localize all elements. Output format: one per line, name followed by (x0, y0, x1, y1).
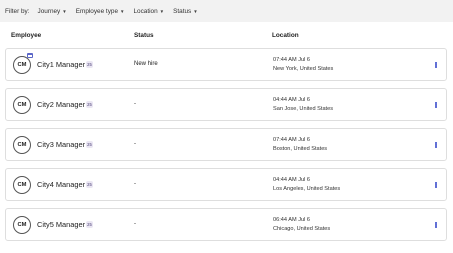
employee-name-link[interactable]: City4 Manager (37, 180, 85, 189)
filter-status-label: Status (173, 7, 192, 15)
avatar: CM (13, 96, 31, 114)
caret-down-icon: ▼ (159, 8, 165, 14)
count-badge: 25 (86, 221, 93, 228)
filter-status-dropdown[interactable]: Status ▼ (173, 8, 198, 15)
filter-journey-dropdown[interactable]: Journey ▼ (38, 8, 67, 15)
status-text: - (134, 141, 136, 147)
status-text: - (134, 101, 136, 107)
employee-name-link[interactable]: City5 Manager (37, 220, 85, 229)
caret-down-icon: ▼ (62, 8, 67, 14)
table-row[interactable]: CM City2 Manager 25 - 04:44 AM Jul 6 San… (5, 88, 447, 121)
status-text: - (134, 221, 136, 227)
local-time: 07:44 AM Jul 6 (273, 137, 311, 143)
local-time: 06:44 AM Jul 6 (273, 217, 311, 223)
table-row[interactable]: CM City1 Manager 25 New hire 07:44 AM Ju… (5, 48, 447, 81)
location-text: Boston, United States (273, 146, 328, 152)
filter-location-dropdown[interactable]: Location ▼ (133, 8, 164, 15)
location-text: New York, United States (273, 66, 334, 72)
employee-name-link[interactable]: City2 Manager (37, 100, 85, 109)
table-row[interactable]: CM City3 Manager 25 - 07:44 AM Jul 6 Bos… (5, 128, 447, 161)
table-row[interactable]: CM City4 Manager 25 - 04:44 AM Jul 6 Los… (5, 168, 447, 201)
filter-employee-type-label: Employee type (75, 7, 119, 15)
avatar: CM (13, 176, 31, 194)
filter-employee-type-dropdown[interactable]: Employee type ▼ (76, 8, 125, 15)
table-row[interactable]: CM City5 Manager 25 - 06:44 AM Jul 6 Chi… (5, 208, 447, 241)
local-time: 04:44 AM Jul 6 (273, 97, 311, 103)
count-badge: 25 (86, 61, 93, 68)
column-header-status: Status (134, 32, 154, 39)
column-header-employee: Employee (11, 32, 42, 39)
filter-journey-label: Journey (37, 7, 61, 15)
count-badge: 25 (86, 181, 93, 188)
more-options-icon[interactable] (434, 139, 438, 151)
filter-bar: Filter by: Journey ▼ Employee type ▼ Loc… (0, 0, 453, 22)
more-options-icon[interactable] (434, 219, 438, 231)
more-options-icon[interactable] (434, 59, 438, 71)
status-text: New hire (134, 61, 158, 67)
avatar: CM (13, 56, 31, 74)
more-options-icon[interactable] (434, 179, 438, 191)
local-time: 07:44 AM Jul 6 (273, 57, 311, 63)
column-header-location: Location (272, 32, 299, 39)
location-text: San Jose, United States (273, 106, 334, 112)
calendar-icon (27, 53, 33, 58)
avatar: CM (13, 136, 31, 154)
avatar: CM (13, 216, 31, 234)
count-badge: 25 (86, 101, 93, 108)
caret-down-icon: ▼ (120, 8, 125, 14)
employee-name-link[interactable]: City3 Manager (37, 140, 85, 149)
filter-label: Filter by: (5, 7, 30, 15)
local-time: 04:44 AM Jul 6 (273, 177, 311, 183)
location-text: Los Angeles, United States (273, 186, 341, 192)
status-text: - (134, 181, 136, 187)
caret-down-icon: ▼ (193, 8, 198, 14)
filter-location-label: Location (133, 7, 158, 15)
location-text: Chicago, United States (273, 226, 331, 232)
count-badge: 25 (86, 141, 93, 148)
table-header: Employee Status Location (0, 32, 453, 42)
employee-name-link[interactable]: City1 Manager (37, 60, 85, 69)
more-options-icon[interactable] (434, 99, 438, 111)
